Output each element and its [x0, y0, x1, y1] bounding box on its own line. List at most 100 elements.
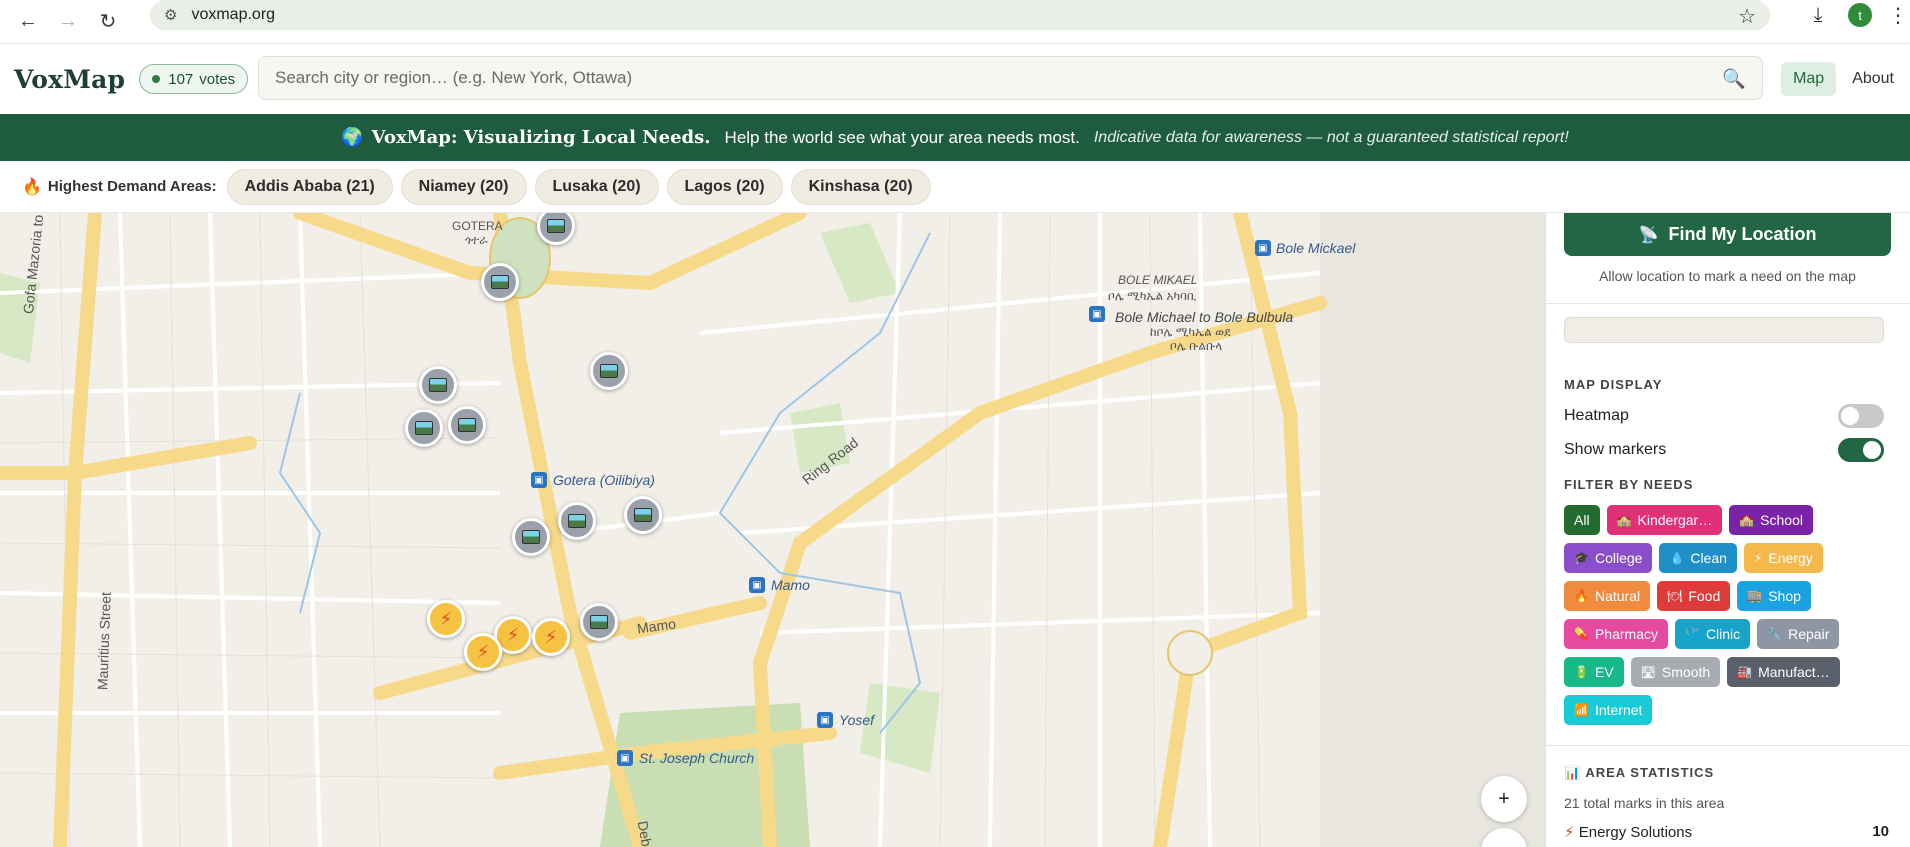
heatmap-toggle[interactable]: [1838, 404, 1884, 428]
demand-label: Highest Demand Areas:: [47, 178, 217, 195]
search-icon[interactable]: 🔍: [1722, 67, 1746, 91]
lightning-icon: ⚡: [506, 624, 520, 645]
road-icon: [547, 219, 565, 233]
show-markers-row: Show markers: [1564, 437, 1884, 463]
filter-label: School: [1760, 512, 1803, 528]
bar-chart-icon: 📊: [1564, 765, 1582, 780]
demand-chip[interactable]: Addis Ababa (21): [226, 168, 393, 205]
need-marker[interactable]: [419, 366, 457, 404]
votes-label: votes: [199, 70, 236, 88]
search-input[interactable]: [275, 68, 1675, 88]
map-label-mauritius: Mauritius Street: [94, 591, 114, 691]
filter-school[interactable]: 🏫 School: [1729, 505, 1813, 535]
filter-all[interactable]: All: [1564, 505, 1600, 535]
road-icon: [522, 530, 540, 544]
energy-marker[interactable]: ⚡: [464, 633, 502, 671]
store-icon: 🏬: [1747, 589, 1763, 603]
need-marker[interactable]: [448, 406, 486, 444]
filter-repair[interactable]: 🔧 Repair: [1757, 619, 1840, 649]
demand-chip[interactable]: Lagos (20): [666, 168, 783, 205]
filter-college[interactable]: 🎓 College: [1564, 543, 1653, 573]
address-bar[interactable]: ⚙ voxmap.org ☆: [150, 0, 1770, 30]
factory-icon: 🏭: [1737, 665, 1753, 679]
area-stats-label: AREA STATISTICS: [1585, 765, 1715, 780]
lightning-icon: ⚡: [476, 641, 490, 662]
banner-note: Indicative data for awareness — not a gu…: [1093, 128, 1569, 146]
map-label-bole-mikael-amharic: ቦሌ ሚካኤል አካባቢ: [1108, 289, 1197, 303]
show-markers-toggle[interactable]: [1838, 438, 1884, 462]
stat-value: 10: [1872, 823, 1889, 840]
forward-button[interactable]: →: [50, 6, 86, 38]
road-icon: [600, 364, 618, 378]
download-icon[interactable]: ⤓: [1798, 4, 1838, 27]
profile-avatar[interactable]: t: [1848, 3, 1872, 27]
filter-clean[interactable]: 💧 Clean: [1659, 543, 1737, 573]
need-marker[interactable]: [405, 409, 443, 447]
browser-toolbar: ← → ↻ ⚙ voxmap.org ☆ ⤓ t ⋮: [0, 0, 1910, 44]
filter-energy[interactable]: ⚡ Energy: [1743, 543, 1823, 573]
filter-label: Food: [1688, 588, 1721, 604]
side-panel: 📡 Find My Location Allow location to mar…: [1545, 213, 1910, 847]
nav-map[interactable]: Map: [1781, 62, 1837, 96]
filter-label: Manufact…: [1758, 664, 1830, 680]
road-icon: [458, 418, 476, 432]
bookmark-star-icon[interactable]: ☆: [1738, 4, 1756, 29]
site-info-icon[interactable]: ⚙: [164, 6, 177, 24]
filter-shop[interactable]: 🏬 Shop: [1737, 581, 1811, 611]
demand-chip[interactable]: Niamey (20): [400, 168, 527, 205]
filter-manufacturing[interactable]: 🏭 Manufact…: [1727, 657, 1840, 687]
map-canvas[interactable]: GOTERA ጎተራ BOLE MIKAEL ቦሌ ሚካኤል አካባቢ Bole…: [0, 213, 1545, 847]
reload-button[interactable]: ↻: [90, 6, 126, 38]
show-markers-label: Show markers: [1564, 441, 1667, 458]
zoom-in-button[interactable]: +: [1481, 776, 1527, 822]
energy-marker[interactable]: ⚡: [427, 600, 465, 638]
filter-internet[interactable]: 📶 Internet: [1564, 695, 1653, 725]
location-status-bar: [1564, 317, 1884, 343]
area-stats-title: 📊 AREA STATISTICS: [1564, 765, 1714, 781]
votes-count: 107: [168, 70, 194, 88]
bus-stop-icon: ▣: [531, 472, 547, 488]
road-icon: [634, 508, 652, 522]
need-marker[interactable]: [512, 518, 550, 556]
filter-label: Clinic: [1705, 626, 1741, 642]
energy-marker[interactable]: ⚡: [532, 618, 570, 656]
divider: [1546, 303, 1910, 304]
filter-label: Natural: [1594, 588, 1641, 604]
filter-pharmacy[interactable]: 💊 Pharmacy: [1564, 619, 1668, 649]
map-label-stop-st-joseph: St. Joseph Church: [639, 750, 755, 766]
need-marker[interactable]: [481, 263, 519, 301]
stethoscope-icon: 🩺: [1684, 627, 1700, 641]
filter-ev[interactable]: 🔋 EV: [1564, 657, 1624, 687]
need-marker[interactable]: [590, 352, 628, 390]
find-location-button[interactable]: 📡 Find My Location: [1564, 213, 1891, 256]
map-label-stop-yosef: Yosef: [839, 712, 875, 728]
signal-icon: 📶: [1574, 703, 1589, 717]
road-icon: [415, 421, 433, 435]
filter-title: FILTER BY NEEDS: [1564, 477, 1694, 492]
demand-bar: 🔥 Highest Demand Areas: Addis Ababa (21)…: [0, 161, 1910, 213]
filter-label: EV: [1594, 664, 1614, 680]
logo[interactable]: VoxMap: [14, 65, 125, 94]
road-icon: [429, 378, 447, 392]
bus-stop-icon: ▣: [1255, 240, 1271, 256]
need-marker[interactable]: [558, 502, 596, 540]
back-button[interactable]: ←: [10, 6, 46, 38]
allow-location-text: Allow location to mark a need on the map: [1599, 268, 1856, 284]
nav-about[interactable]: About: [1840, 62, 1906, 96]
demand-chip[interactable]: Kinshasa (20): [790, 168, 931, 205]
toggle-knob: [1841, 407, 1859, 425]
filter-clinic[interactable]: 🩺 Clinic: [1674, 619, 1751, 649]
filter-natural[interactable]: 🔥 Natural: [1564, 581, 1651, 611]
filter-chips: All 🏫 Kindergar… 🏫 School 🎓 College 💧 Clean …: [1564, 505, 1894, 733]
water-drop-icon: 💧: [1669, 551, 1685, 565]
filter-smooth[interactable]: 🛣 Smooth: [1630, 657, 1721, 687]
need-marker[interactable]: [580, 603, 618, 641]
filter-kindergarten[interactable]: 🏫 Kindergar…: [1606, 505, 1723, 535]
filter-label: Clean: [1690, 550, 1727, 566]
demand-chip[interactable]: Lusaka (20): [534, 168, 659, 205]
kindergarten-icon: 🏫: [1616, 513, 1632, 527]
filter-food[interactable]: 🍽 Food: [1657, 581, 1731, 611]
browser-menu-icon[interactable]: ⋮: [1886, 3, 1910, 28]
filter-label: Internet: [1594, 702, 1643, 718]
need-marker[interactable]: [624, 496, 662, 534]
